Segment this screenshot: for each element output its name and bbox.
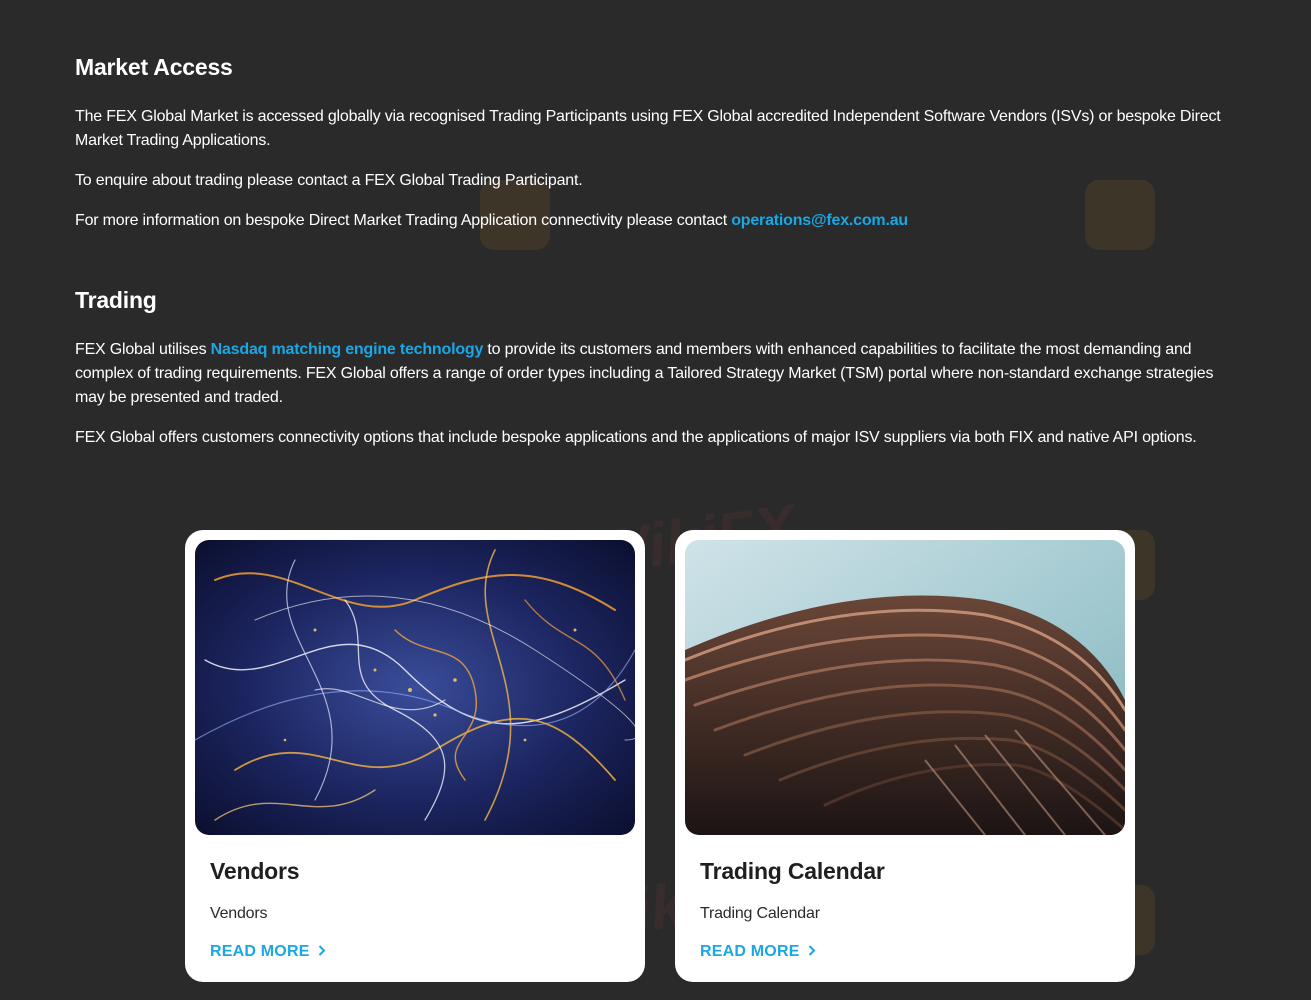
- trading-calendar-card-subtitle: Trading Calendar: [700, 905, 820, 922]
- vendors-card-subtitle: Vendors: [210, 905, 268, 922]
- operations-email-link[interactable]: operations@fex.com.au: [731, 212, 908, 229]
- vendors-card[interactable]: Vendors Vendors READ MORE: [185, 530, 645, 982]
- contact-text: For more information on bespoke Direct M…: [75, 212, 732, 229]
- market-access-section: Market Access The FEX Global Market is a…: [75, 54, 1240, 233]
- trading-paragraph-1: FEX Global utilises Nasdaq matching engi…: [75, 338, 1240, 410]
- cards-row: Vendors Vendors READ MORE Trading Calend…: [185, 530, 1135, 982]
- main-content: Market Access The FEX Global Market is a…: [75, 54, 1240, 466]
- trading-calendar-card[interactable]: Trading Calendar Trading Calendar READ M…: [675, 530, 1135, 982]
- light-trails-image: [195, 540, 635, 835]
- nasdaq-technology-link[interactable]: Nasdaq matching engine technology: [211, 341, 484, 358]
- trading-calendar-read-more-link[interactable]: READ MORE: [700, 943, 816, 961]
- vendors-read-more-link[interactable]: READ MORE: [210, 943, 326, 961]
- trading-paragraph-2: FEX Global offers customers connectivity…: [75, 429, 1197, 446]
- market-access-paragraph-1: The FEX Global Market is accessed global…: [75, 108, 1221, 149]
- trading-section: Trading FEX Global utilises Nasdaq match…: [75, 287, 1240, 450]
- trading-heading: Trading: [75, 287, 157, 313]
- market-access-heading: Market Access: [75, 54, 233, 80]
- trading-text-prefix: FEX Global utilises: [75, 341, 211, 358]
- vendors-card-title: Vendors: [210, 858, 300, 884]
- market-access-paragraph-3: For more information on bespoke Direct M…: [75, 209, 1240, 233]
- trading-calendar-card-image: [685, 540, 1125, 835]
- chevron-right-icon: [318, 943, 326, 959]
- page: WikiFX WikiFX Market Access The FEX Glob…: [0, 0, 1311, 1000]
- vendors-card-image: [195, 540, 635, 835]
- market-access-paragraph-2: To enquire about trading please contact …: [75, 172, 583, 189]
- read-more-label: READ MORE: [700, 943, 800, 960]
- trading-calendar-card-title: Trading Calendar: [700, 858, 885, 884]
- chevron-right-icon: [808, 943, 816, 959]
- read-more-label: READ MORE: [210, 943, 310, 960]
- architecture-curves-image: [685, 540, 1125, 835]
